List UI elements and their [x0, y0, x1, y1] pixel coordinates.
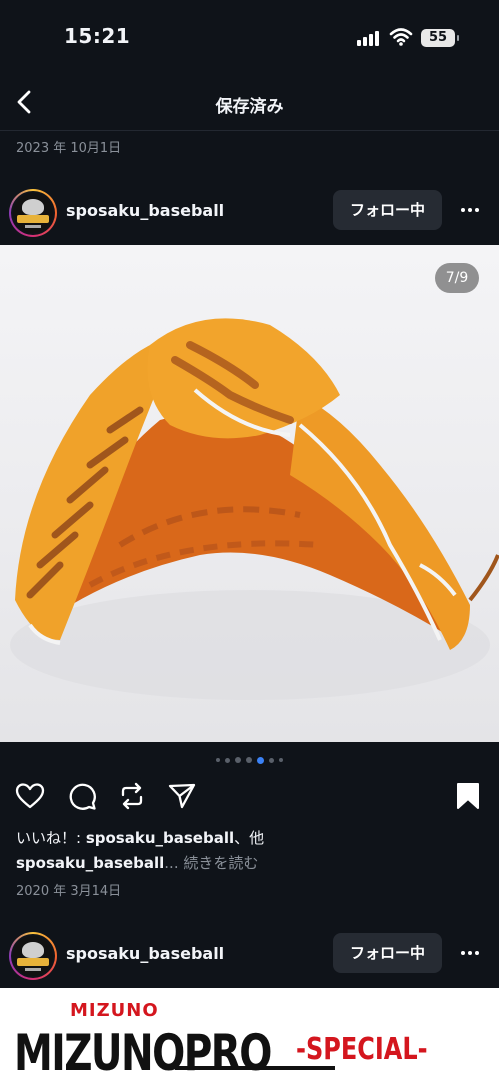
battery-icon: 55	[421, 29, 459, 47]
comment-button[interactable]	[66, 778, 98, 814]
top-nav: 保存済み	[0, 78, 499, 128]
post-image[interactable]: 7/9	[0, 245, 499, 742]
heart-icon	[15, 783, 45, 809]
like-button[interactable]	[14, 778, 46, 814]
wifi-icon	[389, 28, 413, 46]
send-icon	[168, 783, 196, 809]
more-dots-icon	[461, 208, 465, 212]
likes-prefix: いいね！:	[16, 829, 86, 847]
read-more-link[interactable]: ... 続きを読む	[164, 854, 258, 872]
repost-button[interactable]	[116, 778, 148, 814]
image-brand-text: MIZUNO	[70, 1000, 159, 1021]
comment-bubble-icon	[69, 783, 96, 810]
battery-level: 55	[428, 30, 448, 45]
profile-logo-image	[13, 936, 53, 976]
bookmark-icon	[457, 783, 479, 809]
following-button[interactable]: フォロー中	[333, 190, 442, 230]
caption-username[interactable]: sposaku_baseball	[16, 854, 164, 872]
post-caption[interactable]: sposaku_baseball... 続きを読む	[16, 852, 258, 873]
more-options-button[interactable]	[455, 190, 485, 230]
post-date: 2020 年 3月14日	[16, 884, 122, 899]
post-username[interactable]: sposaku_baseball	[66, 944, 224, 963]
post-image[interactable]: MIZUNO MIZUNOPRO -SPECIAL-	[0, 988, 499, 1080]
image-special-text: -SPECIAL-	[296, 1032, 428, 1067]
page-title: 保存済み	[215, 97, 284, 117]
status-time: 15:21	[64, 24, 131, 48]
glove-photo	[10, 318, 499, 700]
likes-summary[interactable]: いいね！: sposaku_baseball、他	[16, 827, 264, 848]
header-divider	[0, 130, 499, 131]
likes-suffix: 、他	[234, 829, 265, 847]
post-action-bar	[0, 778, 499, 814]
post-header: sposaku_baseball フォロー中	[0, 925, 499, 985]
cellular-signal-icon	[357, 30, 383, 46]
profile-logo-image	[13, 193, 53, 233]
image-counter-badge: 7/9	[435, 263, 479, 293]
more-dots-icon	[461, 951, 465, 955]
status-bar: 15:21 55	[0, 0, 499, 72]
post-username[interactable]: sposaku_baseball	[66, 201, 224, 220]
post-header: sposaku_baseball フォロー中	[0, 182, 499, 242]
avatar[interactable]	[9, 189, 57, 237]
more-options-button[interactable]	[455, 933, 485, 973]
following-button[interactable]: フォロー中	[333, 933, 442, 973]
carousel-indicator	[0, 756, 499, 764]
save-button[interactable]	[452, 778, 484, 814]
avatar[interactable]	[9, 932, 57, 980]
likes-username[interactable]: sposaku_baseball	[86, 829, 234, 847]
image-title-text: MIZUNOPRO	[14, 1024, 272, 1080]
repost-icon	[121, 782, 143, 810]
previous-post-date: 2023 年 10月1日	[16, 141, 122, 156]
share-button[interactable]	[166, 778, 198, 814]
